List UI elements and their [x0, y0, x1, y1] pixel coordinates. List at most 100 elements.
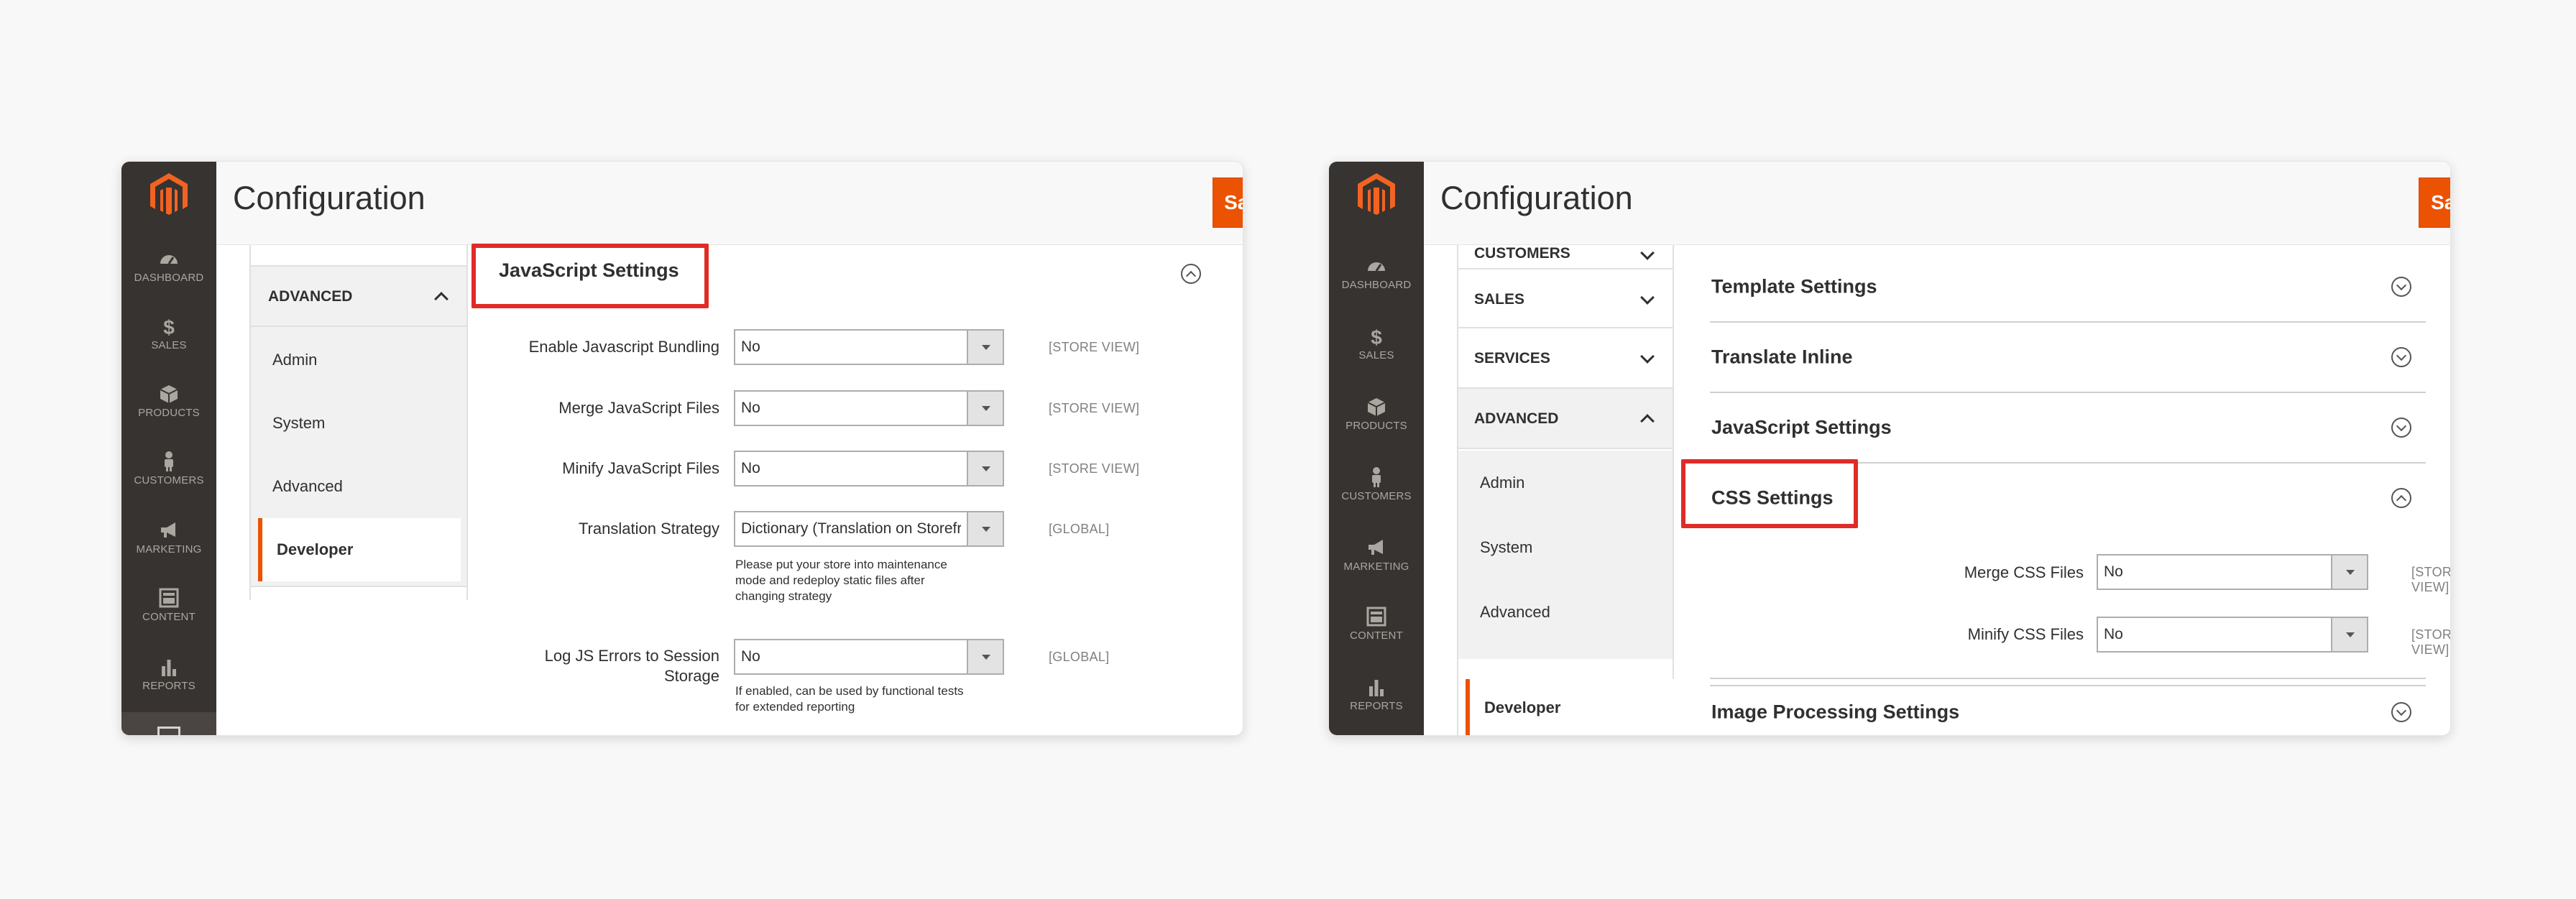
collapse-up-icon[interactable]	[1181, 264, 1201, 284]
nav-item-system[interactable]: System	[1458, 515, 1673, 580]
section-template-settings[interactable]: Template Settings	[1710, 252, 2426, 323]
save-config-button[interactable]: Save Config	[2419, 178, 2450, 228]
nav-item-system[interactable]: System	[251, 392, 466, 455]
sidebar-item-marketing[interactable]: MARKETING	[121, 520, 216, 574]
admin-sidebar: DASHBOARD $ SALES PRODUCTS CUSTOMERS MAR…	[1329, 162, 1424, 735]
sidebar-item-reports[interactable]: REPORTS	[121, 656, 216, 711]
label-line: Log JS Errors to Session	[544, 647, 719, 665]
nav-item-label: System	[272, 414, 326, 432]
translation-strategy-select[interactable]: Dictionary (Translation on Storefront si…	[734, 511, 1004, 547]
sidebar-item-sales[interactable]: $ SALES	[121, 315, 216, 370]
scope-label: [STORE VIEW]	[2411, 565, 2451, 594]
sidebar-item-marketing[interactable]: MARKETING	[1329, 537, 1424, 591]
scope-label: [GLOBAL]	[1049, 522, 1110, 536]
section-javascript-settings[interactable]: JavaScript Settings	[1710, 393, 2426, 464]
sidebar-item-content[interactable]: CONTENT	[1329, 606, 1424, 660]
dropdown-arrow-icon	[2331, 555, 2367, 589]
log-js-errors-select[interactable]: No	[734, 639, 1004, 675]
expand-down-icon	[2391, 418, 2411, 438]
sidebar-item-label: SALES	[151, 339, 187, 351]
note-line: mode and redeploy static files after	[735, 573, 925, 587]
tab-sales[interactable]: SALES	[1458, 268, 1673, 328]
sidebar-item-label: DASHBOARD	[1341, 279, 1412, 291]
sidebar-item-label: MARKETING	[136, 543, 202, 555]
collapse-up-icon[interactable]	[2391, 488, 2411, 508]
dropdown-arrow-icon	[967, 452, 1003, 485]
expand-down-icon	[2391, 347, 2411, 367]
bar-chart-icon	[1369, 680, 1384, 696]
select-value: No	[741, 648, 760, 665]
select-value: No	[2104, 626, 2123, 642]
merge-css-select[interactable]: No	[2097, 554, 2368, 590]
scope-label: [STORE VIEW]	[1049, 401, 1140, 415]
sidebar-item-customers[interactable]: CUSTOMERS	[1329, 466, 1424, 521]
svg-text:$: $	[163, 316, 175, 337]
tab-customers[interactable]: CUSTOMERS	[1458, 245, 1673, 267]
sidebar-item-label: CONTENT	[142, 611, 196, 623]
note-line: changing strategy	[735, 589, 832, 603]
tab-advanced[interactable]: ADVANCED	[1458, 389, 1673, 449]
magento-logo-icon	[1358, 173, 1395, 215]
section-title: Image Processing Settings	[1711, 701, 1960, 723]
dropdown-arrow-icon	[967, 392, 1003, 425]
nav-item-advanced[interactable]: Advanced	[251, 455, 466, 518]
note-line: If enabled, can be used by functional te…	[735, 684, 964, 698]
nav-item-label: Advanced	[272, 477, 343, 495]
nav-divider	[251, 586, 466, 600]
sidebar-item-customers[interactable]: CUSTOMERS	[121, 451, 216, 505]
dropdown-arrow-icon	[967, 512, 1003, 545]
sidebar-item-label: CUSTOMERS	[1341, 490, 1412, 502]
chevron-up-icon	[1640, 414, 1655, 428]
svg-text:$: $	[1371, 326, 1382, 347]
label-line: Storage	[663, 667, 719, 685]
dropdown-arrow-icon	[967, 640, 1003, 673]
section-title: JavaScript Settings	[1711, 416, 1892, 438]
sidebar-item-products[interactable]: PRODUCTS	[121, 383, 216, 438]
nav-item-developer[interactable]: Developer	[258, 518, 461, 581]
chevron-down-icon	[1640, 349, 1655, 364]
dropdown-arrow-icon	[2331, 618, 2367, 651]
box-icon	[1367, 398, 1386, 416]
sidebar-item-dashboard[interactable]: DASHBOARD	[121, 248, 216, 303]
dropdown-arrow-icon	[967, 331, 1003, 364]
select-value: Dictionary (Translation on Storefront si…	[741, 520, 961, 537]
chevron-down-icon	[1640, 290, 1655, 305]
config-tabs-nav: CUSTOMERS SALES SERVICES ADVANCED Admin …	[1457, 245, 1674, 735]
field-label-minify-css: Minify CSS Files	[1967, 625, 2084, 643]
nav-item-developer[interactable]: Developer	[1466, 679, 1674, 735]
section-image-processing-settings[interactable]: Image Processing Settings	[1710, 685, 2426, 735]
note-line: for extended reporting	[735, 700, 855, 714]
nav-item-advanced[interactable]: Advanced	[1458, 580, 1673, 645]
box-icon	[160, 385, 178, 403]
magento-logo-icon	[150, 173, 188, 215]
chevron-up-icon	[434, 292, 448, 306]
save-config-button[interactable]: Save Config	[1213, 178, 1243, 228]
scope-label: [STORE VIEW]	[2411, 627, 2451, 657]
field-label-merge-js: Merge JavaScript Files	[558, 399, 719, 417]
nav-item-admin[interactable]: Admin	[1458, 451, 1673, 515]
nav-item-admin[interactable]: Admin	[251, 328, 466, 392]
sidebar-item-reports[interactable]: REPORTS	[1329, 676, 1424, 731]
sidebar-item-sales[interactable]: $ SALES	[1329, 326, 1424, 380]
dollar-icon: $	[1371, 326, 1382, 347]
tab-advanced[interactable]: ADVANCED	[251, 267, 466, 327]
nav-item-label: Developer	[277, 540, 354, 558]
megaphone-icon	[1368, 540, 1383, 555]
minify-css-select[interactable]: No	[2097, 617, 2368, 653]
section-translate-inline[interactable]: Translate Inline	[1710, 323, 2426, 393]
expand-down-icon	[2391, 702, 2411, 722]
sidebar-item-content[interactable]: CONTENT	[121, 587, 216, 642]
sidebar-item-dashboard[interactable]: DASHBOARD	[1329, 255, 1424, 310]
nav-divider	[251, 245, 466, 267]
js-bundling-select[interactable]: No	[734, 329, 1004, 365]
merge-js-select[interactable]: No	[734, 390, 1004, 426]
speedometer-icon	[1368, 262, 1385, 272]
select-value: No	[2104, 563, 2123, 580]
chevron-down-icon	[1640, 246, 1655, 260]
field-label-log-js-errors: Log JS Errors to Session Storage	[481, 646, 719, 686]
tab-services[interactable]: SERVICES	[1458, 328, 1673, 389]
sidebar-item-products[interactable]: PRODUCTS	[1329, 396, 1424, 451]
section-title: Translate Inline	[1711, 346, 1853, 368]
sidebar-item-stores[interactable]	[121, 712, 216, 735]
minify-js-select[interactable]: No	[734, 451, 1004, 487]
